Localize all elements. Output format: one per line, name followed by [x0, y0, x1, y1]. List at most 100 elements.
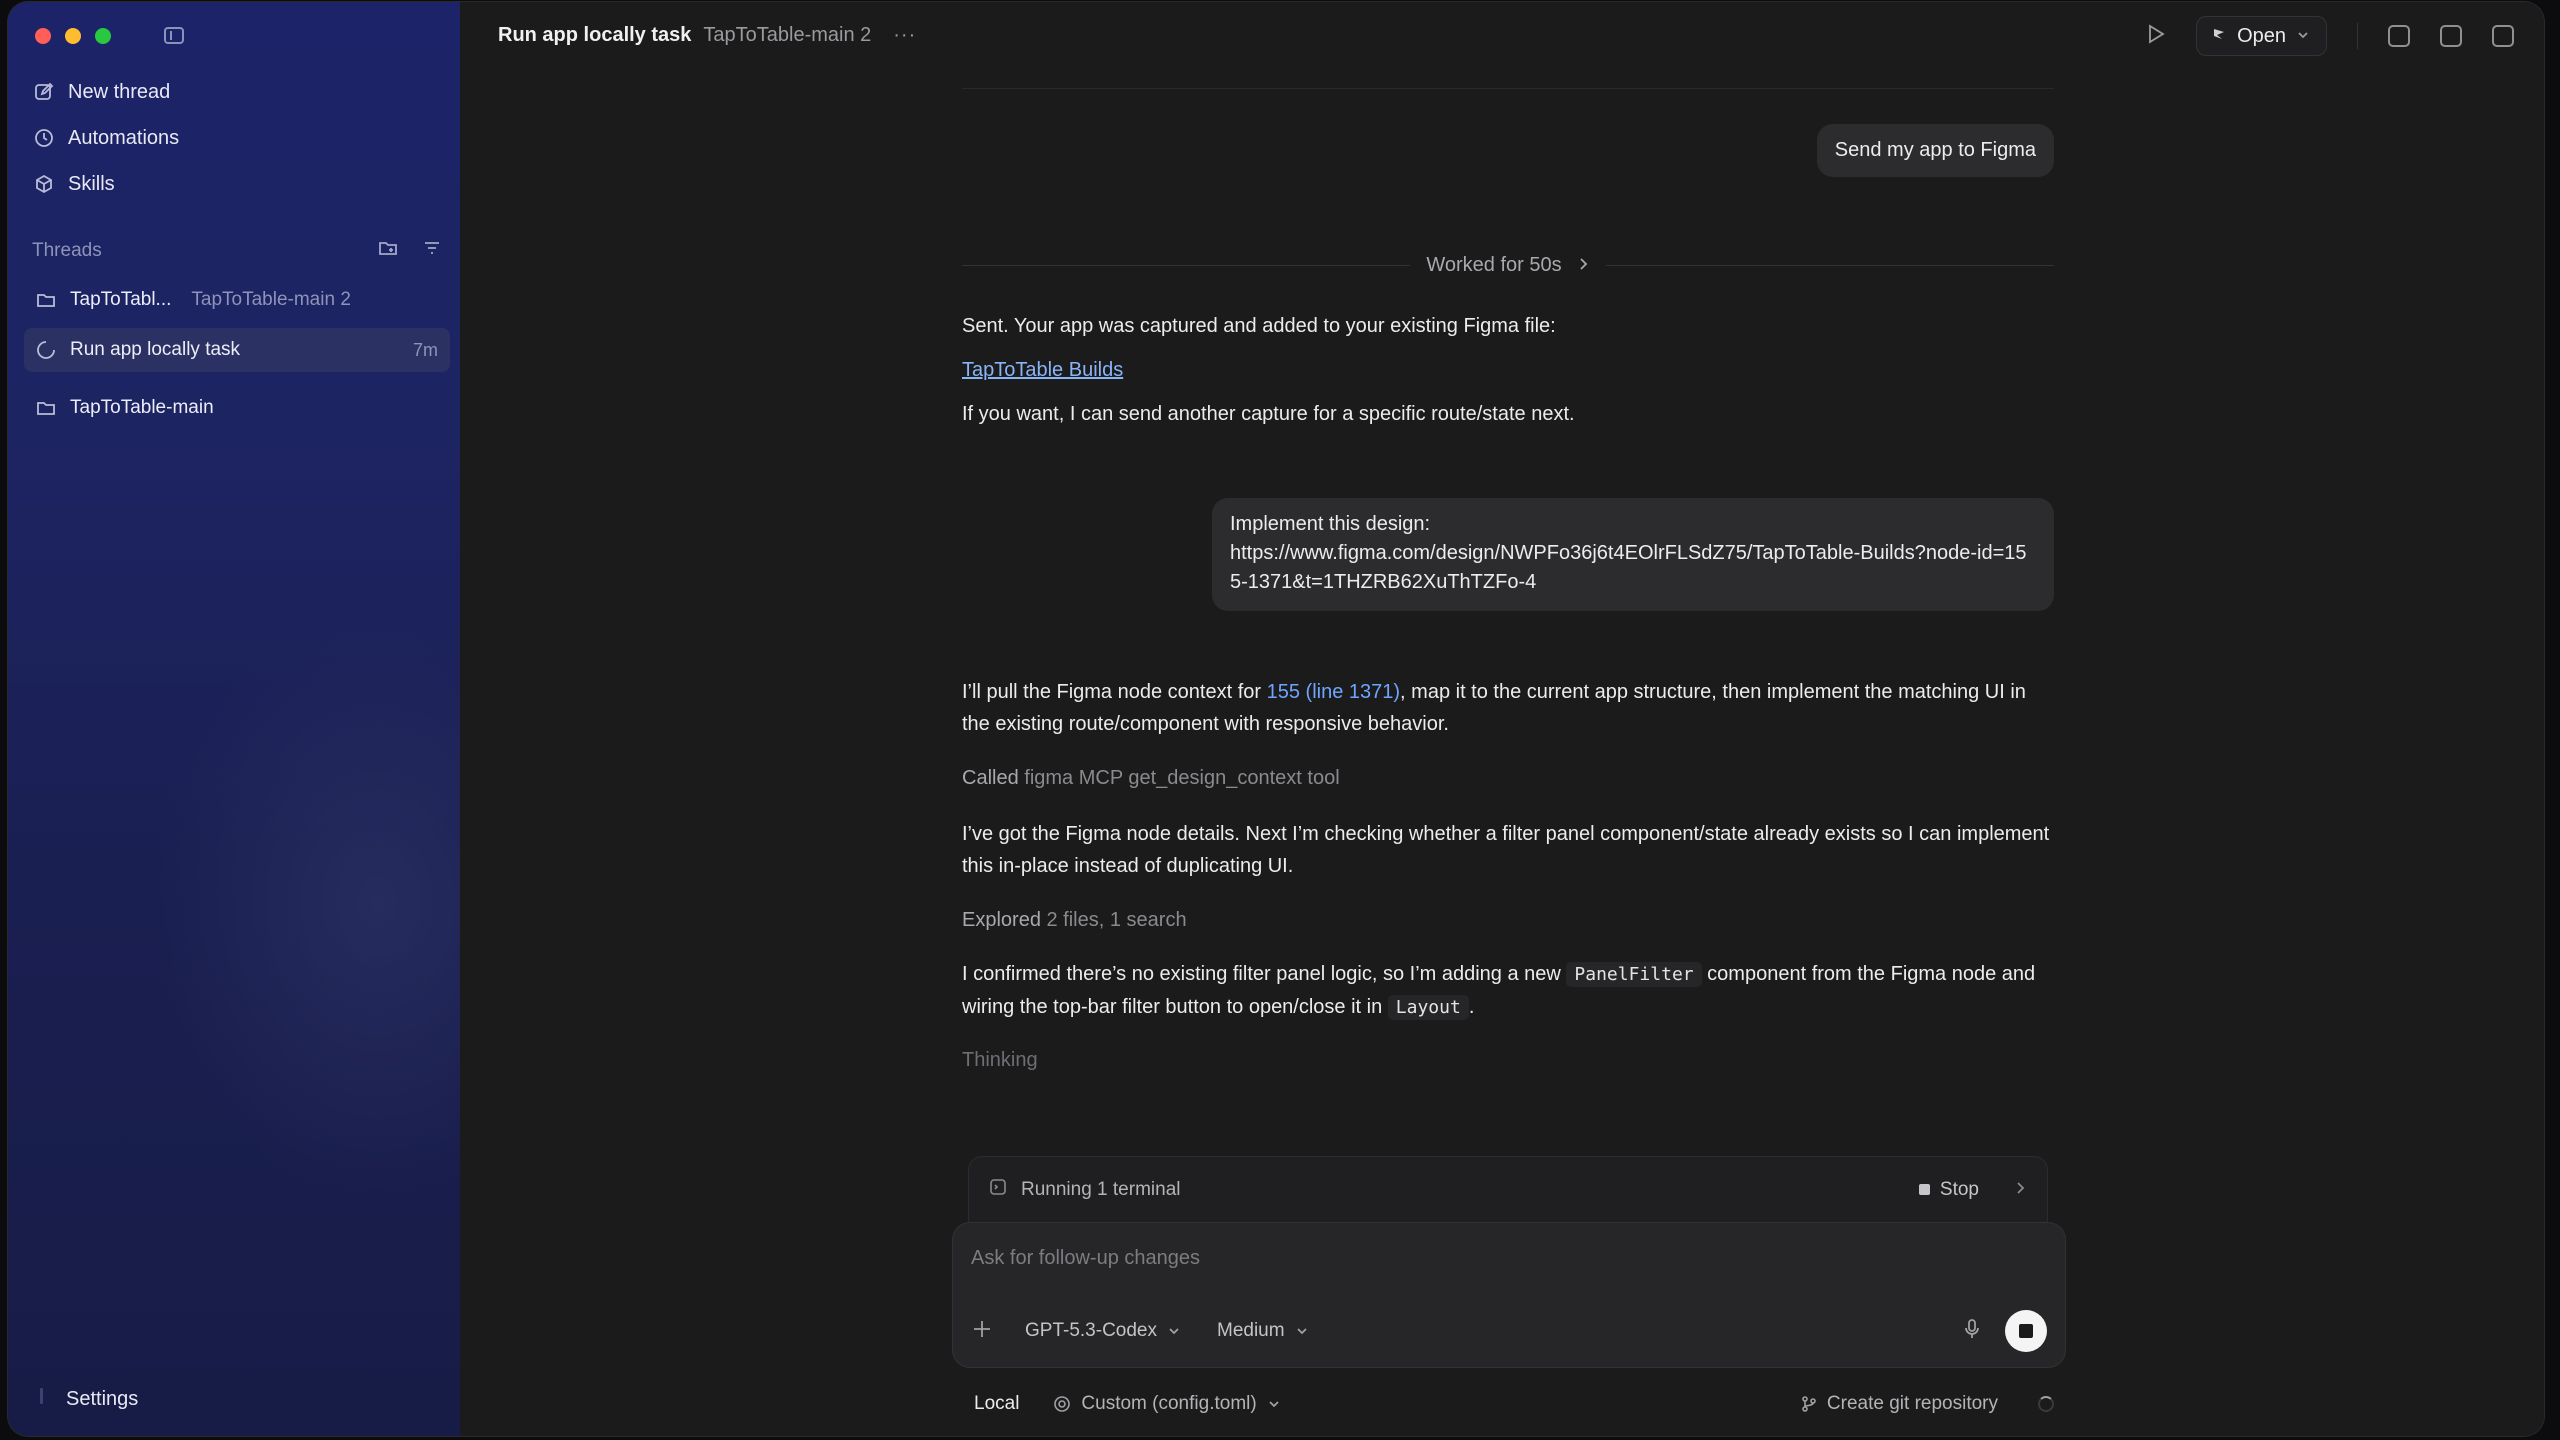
thread-item-taptotable-main[interactable]: TapToTable-main	[24, 386, 450, 430]
assistant-message: I confirmed there’s no existing filter p…	[962, 958, 2054, 1024]
open-label: Open	[2237, 24, 2286, 47]
chevron-right-icon	[1578, 254, 1590, 277]
message-text: .	[1468, 996, 1475, 1018]
gear-icon	[1054, 1396, 1071, 1412]
model-label: GPT-5.3-Codex	[1025, 1320, 1157, 1341]
stop-label: Stop	[1939, 1178, 1979, 1200]
stop-icon	[1918, 1184, 1930, 1195]
terminal-status: Running 1 terminal	[1021, 1178, 1181, 1200]
explored-label: Explored	[962, 909, 1041, 931]
threads-header: Threads	[32, 238, 442, 264]
config-label: Custom (config.toml)	[1081, 1393, 1257, 1414]
composer-footer: Local Custom (config.toml) Create git re…	[964, 1388, 2054, 1420]
automations-label: Automations	[68, 126, 180, 149]
thread-item-taptotable-main-2[interactable]: TapToTabl... TapToTable-main 2	[24, 278, 450, 322]
filter-icon[interactable]	[422, 238, 442, 264]
message-text: I’ll pull the Figma node context for	[962, 681, 1267, 703]
chevron-down-icon	[1169, 1328, 1179, 1335]
skills-button[interactable]: Skills	[34, 166, 115, 202]
automations-button[interactable]: Automations	[34, 120, 179, 156]
called-detail: figma MCP get_design_context tool	[1024, 767, 1340, 789]
design-url: https://www.figma.com/design/NWPFo36j6t4…	[1230, 542, 2027, 593]
folder-icon	[36, 398, 56, 418]
assistant-message: I’ve got the Figma node details. Next I’…	[962, 823, 2050, 877]
explored-detail: 2 files, 1 search	[1046, 909, 1187, 931]
thread-name: TapToTable-main	[70, 397, 214, 418]
node-link[interactable]: 155 (line 1371)	[1267, 681, 1400, 703]
model-selector[interactable]: GPT-5.3-Codex	[1025, 1320, 1181, 1342]
user-message-line: Implement this design:	[1230, 513, 1431, 535]
add-attachment-icon[interactable]	[971, 1315, 999, 1347]
scroll-divider	[962, 88, 2054, 89]
edit-icon	[34, 82, 54, 102]
app-window: New thread Automations Skills Threads Ta…	[8, 2, 2544, 1436]
thread-item-run-app-locally[interactable]: Run app locally task 7m	[24, 328, 450, 372]
settings-icon	[38, 1386, 50, 1412]
thinking-indicator: Thinking	[962, 1049, 1038, 1071]
page-title: Run app locally task	[498, 23, 692, 46]
split-view-icon[interactable]	[2492, 25, 2514, 47]
thread-time: 7m	[412, 339, 438, 360]
toolbar-actions: Open	[2146, 16, 2514, 56]
running-terminal-bar[interactable]: Running 1 terminal Stop	[968, 1156, 2048, 1222]
new-thread-button[interactable]: New thread	[34, 74, 170, 110]
assistant-message: Sent. Your app was captured and added to…	[962, 315, 1556, 337]
figma-file-link-row: TapToTable Builds	[962, 354, 2054, 386]
sidebar: New thread Automations Skills Threads Ta…	[8, 2, 460, 1436]
inline-code: Layout	[1387, 995, 1469, 1020]
terminal-icon	[989, 1178, 1007, 1201]
tool-call-row[interactable]: Called figma MCP get_design_context tool	[962, 762, 2054, 794]
assistant-message: If you want, I can send another capture …	[962, 403, 1575, 425]
worked-label: Worked for 50s	[1426, 253, 1562, 276]
new-folder-icon[interactable]	[378, 238, 398, 264]
threads-heading: Threads	[32, 240, 102, 261]
microphone-icon[interactable]	[1963, 1318, 1981, 1345]
effort-selector[interactable]: Medium	[1217, 1320, 1309, 1342]
loading-spinner-icon	[36, 340, 56, 360]
stop-icon	[2019, 1324, 2033, 1338]
terminal-icon[interactable]	[2388, 25, 2410, 47]
user-message: Send my app to Figma	[1816, 124, 2054, 177]
chevron-right-icon[interactable]	[2015, 1178, 2027, 1201]
diff-panel-icon[interactable]	[2440, 25, 2462, 47]
settings-button[interactable]: Settings	[38, 1386, 138, 1412]
close-window-button[interactable]	[35, 28, 51, 44]
inline-code: PanelFilter	[1566, 962, 1702, 987]
called-label: Called	[962, 767, 1019, 789]
folder-icon	[36, 290, 56, 310]
more-options-icon[interactable]: ···	[893, 24, 916, 47]
open-button[interactable]: Open	[2196, 16, 2327, 56]
stop-generation-button[interactable]	[2005, 1310, 2047, 1352]
effort-label: Medium	[1217, 1320, 1285, 1341]
cube-icon	[34, 174, 54, 194]
editor-icon	[2211, 25, 2227, 48]
thread-project: TapToTable-main 2	[191, 289, 351, 310]
sidebar-toggle-icon[interactable]	[164, 27, 184, 44]
environment-local[interactable]: Local	[974, 1393, 1019, 1415]
composer-input[interactable]: Ask for follow-up changes	[971, 1247, 1200, 1270]
clock-icon	[34, 128, 54, 148]
settings-label: Settings	[66, 1387, 139, 1410]
run-icon[interactable]	[2146, 23, 2166, 50]
message-composer: Ask for follow-up changes GPT-5.3-Codex …	[952, 1222, 2066, 1368]
skills-label: Skills	[68, 172, 115, 195]
user-message: Implement this design: https://www.figma…	[1212, 498, 2054, 611]
toolbar-divider	[2357, 23, 2358, 49]
loading-spinner-icon	[2038, 1396, 2054, 1412]
config-selector[interactable]: Custom (config.toml)	[1053, 1393, 1280, 1415]
worked-summary[interactable]: Worked for 50s	[962, 250, 2054, 280]
project-name: TapToTable-main 2	[703, 23, 872, 46]
minimize-window-button[interactable]	[65, 28, 81, 44]
thread-name: Run app locally task	[70, 339, 241, 360]
chevron-down-icon	[1296, 1328, 1307, 1335]
top-bar: Run app locally task TapToTable-main 2 ·…	[460, 2, 2544, 68]
explored-row[interactable]: Explored 2 files, 1 search	[962, 904, 2054, 936]
figma-file-link[interactable]: TapToTable Builds	[962, 359, 1123, 381]
create-git-repo-button[interactable]: Create git repository	[1801, 1393, 1998, 1415]
assistant-message: I’ll pull the Figma node context for 155…	[962, 676, 2054, 740]
git-label: Create git repository	[1826, 1393, 1998, 1414]
main-panel: Run app locally task TapToTable-main 2 ·…	[460, 2, 2544, 1436]
chevron-down-icon	[2296, 25, 2310, 48]
maximize-window-button[interactable]	[95, 28, 111, 44]
stop-terminal-button[interactable]: Stop	[1918, 1178, 1979, 1201]
